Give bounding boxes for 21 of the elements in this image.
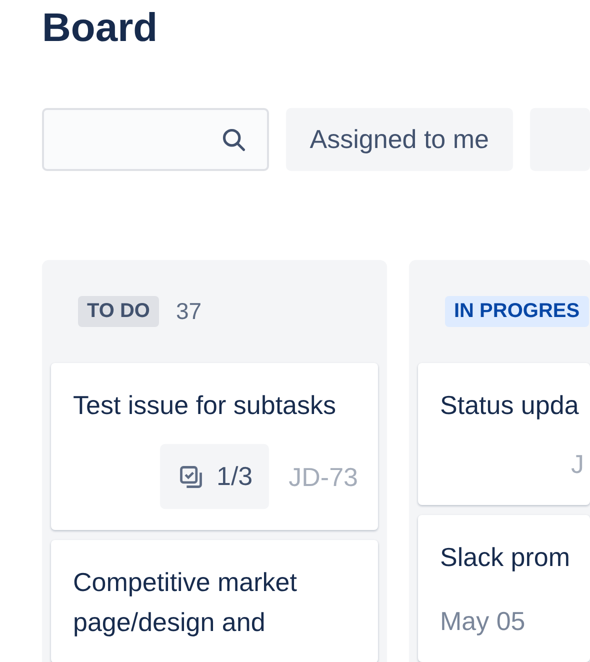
status-lozenge: IN PROGRES xyxy=(445,296,589,327)
issue-count: 37 xyxy=(176,298,202,325)
page-title: Board xyxy=(42,5,159,52)
subtask-badge[interactable]: 1/3 xyxy=(160,444,269,509)
search-icon xyxy=(220,126,247,152)
card-title: Competitive market page/design and xyxy=(73,566,298,639)
search-field[interactable] xyxy=(42,108,269,171)
issue-key: JD-73 xyxy=(288,456,358,496)
issue-card[interactable]: Status upda J xyxy=(418,363,590,505)
issue-key: J xyxy=(571,444,584,484)
filter-button[interactable]: Assigned to me xyxy=(286,108,513,171)
card-title: Slack prom xyxy=(440,541,572,574)
card-title: Status upda xyxy=(440,389,580,422)
issue-card[interactable]: Competitive market page/design and xyxy=(51,540,378,662)
issue-card[interactable]: Test issue for subtasks 1/3 JD-73 xyxy=(51,363,378,530)
status-lozenge: TO DO xyxy=(78,296,159,327)
due-date: May 05 xyxy=(440,605,526,638)
subtask-count: 1/3 xyxy=(216,461,253,492)
issue-card[interactable]: Slack prom May 05 xyxy=(418,515,590,662)
card-title: Test issue for subtasks xyxy=(73,389,337,422)
subtasks-icon xyxy=(178,464,204,490)
